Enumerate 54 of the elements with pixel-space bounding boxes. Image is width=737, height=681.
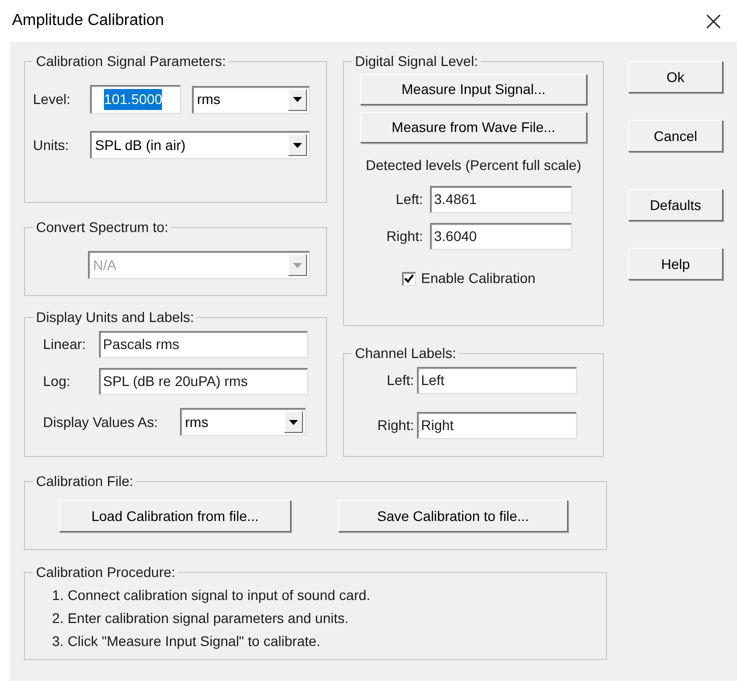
field-value: 3.4861 — [434, 190, 477, 209]
button[interactable]: Load Calibration from file... — [59, 500, 291, 532]
field-label: Log: — [43, 372, 72, 391]
dropdown-value: SPL dB (in air) — [95, 136, 186, 155]
field-label: Left: — [386, 371, 415, 390]
dropdown[interactable]: SPL dB (in air) — [90, 131, 310, 159]
field-label: Right: — [376, 416, 415, 435]
field-label: Left: — [394, 190, 424, 209]
text-field[interactable]: SPL (dB re 20uPA) rms — [99, 368, 308, 395]
dropdown[interactable]: rms — [192, 86, 310, 114]
window-title: Amplitude Calibration — [12, 11, 164, 31]
checkmark-icon — [404, 274, 414, 283]
button[interactable]: Measure from Wave File... — [360, 112, 587, 143]
text-field[interactable]: Right — [417, 412, 577, 439]
button[interactable]: Ok — [628, 61, 723, 93]
procedure-step: 2. Enter calibration signal parameters and units. — [52, 607, 606, 630]
field-value: 101.5000 — [104, 89, 162, 110]
text-field[interactable]: 3.6040 — [430, 223, 572, 250]
field-label: Level: — [33, 90, 72, 109]
text-field[interactable]: Pascals rms — [99, 331, 308, 358]
field-label: Display Values As: — [43, 412, 159, 432]
field-label: Linear: — [43, 335, 87, 354]
field-value: Right — [421, 416, 454, 435]
field-value: 3.6040 — [434, 227, 477, 246]
field-value: Left — [421, 371, 444, 390]
button[interactable]: Measure Input Signal... — [360, 74, 587, 105]
group-title: Display Units and Labels: — [35, 308, 195, 326]
dropdown-value: rms — [185, 412, 208, 432]
group-title: Channel Labels: — [354, 344, 458, 362]
dropdown[interactable]: rms — [180, 408, 306, 436]
procedure-step: 3. Click "Measure Input Signal" to calibrate. — [52, 630, 606, 653]
field-label: Right: — [385, 227, 424, 246]
button[interactable]: Save Calibration to file... — [338, 500, 568, 532]
group-title: Calibration File: — [35, 472, 134, 490]
close-icon[interactable] — [706, 14, 721, 28]
checkbox[interactable] — [402, 272, 416, 286]
dropdown-value: N/A — [93, 256, 116, 274]
group-title: Digital Signal Level: — [354, 52, 479, 70]
text-field[interactable]: Left — [417, 367, 577, 394]
field-value: SPL (dB re 20uPA) rms — [103, 372, 248, 391]
button[interactable]: Help — [628, 248, 723, 280]
procedure-step: 1. Connect calibration signal to input of sound card. — [52, 584, 606, 607]
text-field[interactable]: 3.4861 — [430, 186, 572, 213]
text-field[interactable]: 101.5000 — [90, 85, 181, 114]
group-title: Calibration Procedure: — [35, 563, 176, 581]
field-label: Units: — [33, 136, 70, 154]
button[interactable]: Defaults — [628, 189, 723, 221]
group-title: Calibration Signal Parameters: — [35, 52, 227, 70]
field-value: Pascals rms — [103, 335, 180, 354]
field-label: Enable Calibration — [421, 269, 536, 288]
group-title: Convert Spectrum to: — [35, 218, 170, 236]
dropdown-value: rms — [197, 90, 220, 109]
detected-levels-caption: Detected levels (Percent full scale) — [366, 156, 582, 175]
button[interactable]: Cancel — [628, 120, 723, 152]
